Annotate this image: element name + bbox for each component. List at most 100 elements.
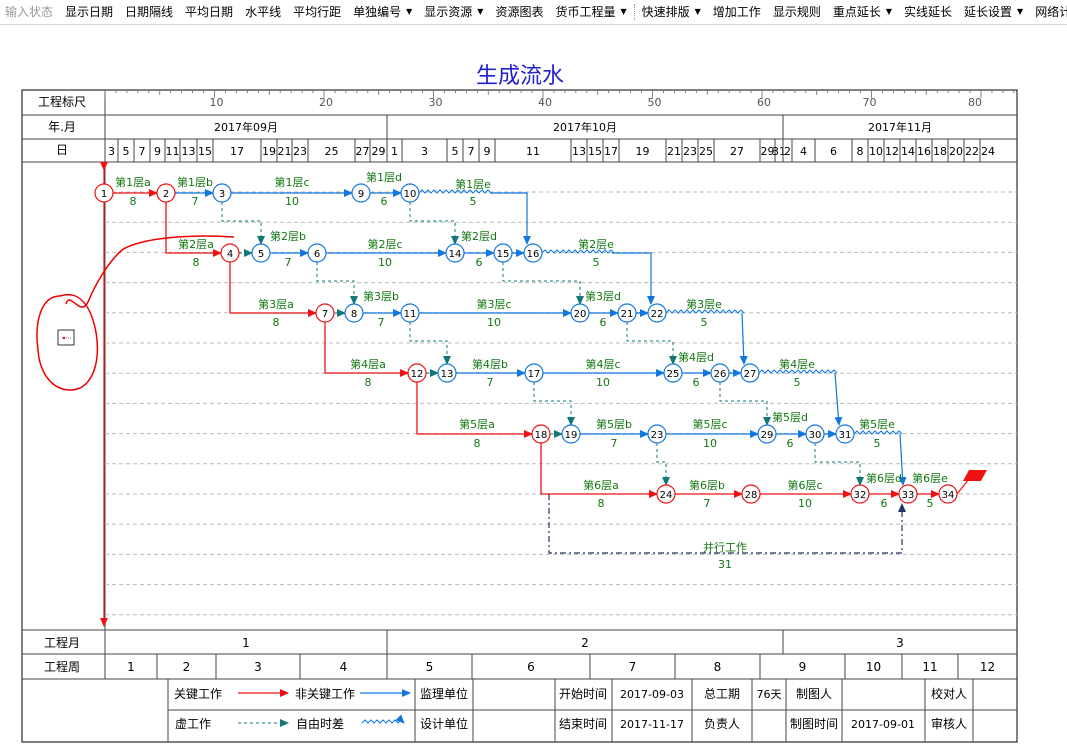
- network-diagram: 工程标尺年.月日 10 20 30 40 50 60 70 80 2017年09月 2017年10月…: [21, 89, 1018, 743]
- day-label: 27: [730, 145, 744, 158]
- day-label: 7: [139, 145, 146, 158]
- activity-duration-label: 5: [593, 256, 600, 269]
- activity-name-label: 第3层b: [363, 289, 399, 303]
- activity-duration-label: 10: [798, 497, 812, 510]
- project-week-value: 9: [799, 660, 807, 674]
- day-label: 25: [699, 145, 713, 158]
- activity-name-label: 第4层c: [585, 357, 620, 371]
- activity-name-label: 第1层e: [455, 177, 491, 191]
- project-week-value: 10: [866, 660, 881, 674]
- activity-duration-label: 8: [130, 195, 137, 208]
- activity-name-label: 并行工作: [703, 540, 747, 554]
- start-time-value: 2017-09-03: [620, 688, 684, 701]
- ruler-tick-label: 60: [757, 96, 771, 109]
- activity-duration-label: 6: [600, 316, 607, 329]
- day-label: 6: [830, 145, 837, 158]
- activity-duration-label: 8: [193, 256, 200, 269]
- node-number-label: 34: [942, 490, 955, 501]
- activity-duration-label: 6: [693, 376, 700, 389]
- activity-name-label: 第2层b: [270, 229, 306, 243]
- day-label: 4: [800, 145, 807, 158]
- day-label: 5: [452, 145, 459, 158]
- legend-noncritical-label: 非关键工作: [295, 687, 355, 701]
- day-label: 23: [683, 145, 697, 158]
- node-number-label: 5: [258, 249, 264, 260]
- day-label: 21: [667, 145, 681, 158]
- day-label: 9: [154, 145, 161, 158]
- day-label: 17: [230, 145, 244, 158]
- node-number-label: 28: [745, 490, 758, 501]
- activity-duration-label: 8: [474, 437, 481, 450]
- day-label: 8: [857, 145, 864, 158]
- activity-duration-label: 8: [598, 497, 605, 510]
- project-month-value: 3: [896, 636, 904, 650]
- project-week-value: 5: [426, 660, 434, 674]
- ruler-tick-label: 70: [863, 96, 877, 109]
- day-label: 23: [293, 145, 307, 158]
- activity-name-label: 第6层e: [912, 471, 948, 485]
- activity-name-label: 第2层a: [178, 237, 214, 251]
- activity-name-label: 第4层e: [779, 357, 815, 371]
- day-label: 12: [885, 145, 899, 158]
- activity-duration-label: 10: [285, 195, 299, 208]
- project-week-value: 3: [254, 660, 262, 674]
- activity-duration-label: 5: [927, 497, 934, 510]
- node-number-label: 29: [761, 430, 774, 441]
- day-label: 14: [901, 145, 915, 158]
- activity-name-label: 第1层d: [366, 170, 402, 184]
- node-number-label: 32: [854, 490, 867, 501]
- day-label: 16: [917, 145, 931, 158]
- activity-duration-label: 7: [704, 497, 711, 510]
- day-label: 21: [278, 145, 292, 158]
- end-time-label: 结束时间: [559, 717, 607, 731]
- day-label: 5: [123, 145, 130, 158]
- activity-name-label: 第5层a: [459, 417, 495, 431]
- day-label: 27: [356, 145, 370, 158]
- day-label: 19: [262, 145, 276, 158]
- node-number-label: 7: [322, 309, 328, 320]
- project-week-value: 7: [629, 660, 637, 674]
- legend-dummy-label: 虚工作: [175, 717, 211, 731]
- node-number-label: 2: [163, 189, 169, 200]
- activity-name-label: 第1层a: [115, 175, 151, 189]
- node-number-label: 22: [651, 309, 664, 320]
- project-week-label: 工程周: [44, 659, 80, 674]
- day-label: 18: [933, 145, 947, 158]
- node-number-label: 11: [404, 309, 417, 320]
- activity-name-label: 第2层d: [461, 229, 497, 243]
- node-number-label: 3: [219, 189, 225, 200]
- node-number-label: 4: [227, 249, 233, 260]
- day-label: 10: [869, 145, 883, 158]
- day-label: 11: [526, 145, 540, 158]
- project-month-value: 2: [581, 636, 589, 650]
- activity-name-label: 第6层d: [866, 471, 902, 485]
- activity-duration-label: 6: [381, 195, 388, 208]
- day-label: 17: [604, 145, 618, 158]
- activity-name-label: 第4层a: [350, 357, 386, 371]
- project-week-value: 8: [714, 660, 722, 674]
- activity-duration-label: 7: [378, 316, 385, 329]
- activity-name-label: 第5层c: [692, 417, 727, 431]
- activity-name-label: 第4层b: [472, 357, 508, 371]
- activity-duration-label: 7: [192, 195, 199, 208]
- node-number-label: 21: [621, 309, 634, 320]
- node-number-label: 9: [358, 189, 364, 200]
- node-number-label: 19: [565, 430, 578, 441]
- activity-name-label: 第2层e: [578, 237, 614, 251]
- supervisor-label: 监理单位: [420, 686, 468, 701]
- activity-duration-label: 5: [701, 316, 708, 329]
- node-number-label: 16: [527, 249, 540, 260]
- activity-duration-label: 8: [273, 316, 280, 329]
- reviewer-label: 审核人: [931, 716, 967, 731]
- node-number-label: 1: [101, 189, 107, 200]
- node-number-label: 33: [902, 490, 915, 501]
- float-arrow-22-27: [739, 312, 748, 365]
- node-number-label: 12: [411, 369, 424, 380]
- activity-duration-label: 10: [487, 316, 501, 329]
- collapsed-box-dot: [62, 336, 66, 340]
- day-label: 3: [421, 145, 428, 158]
- yearmonth-row-label: 年.月: [48, 120, 76, 134]
- day-label: 9: [484, 145, 491, 158]
- node-number-label: 23: [651, 430, 664, 441]
- day-label: 13: [572, 145, 586, 158]
